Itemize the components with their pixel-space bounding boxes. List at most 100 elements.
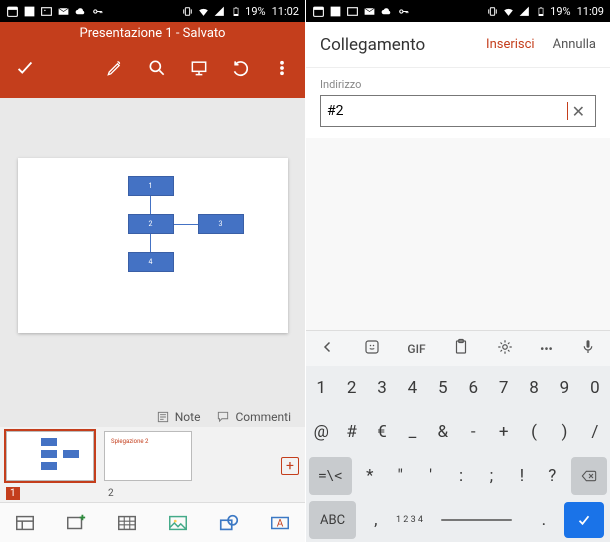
key-hash[interactable]: # [336,410,366,454]
status-bar: 19% 11:09 [306,0,610,22]
key-amp[interactable]: & [428,410,458,454]
flowchart-node: 2 [128,214,174,234]
svg-text:A: A [276,518,283,529]
status-bar: 19% 11:02 [0,0,305,22]
key-at[interactable]: @ [306,410,336,454]
mail-icon [57,5,70,18]
gear-icon[interactable] [496,338,514,359]
key-abc[interactable]: ABC [309,501,356,539]
document-title: Presentazione 1 - Salvato [0,22,305,41]
address-field[interactable]: ✕ [320,95,596,127]
key-plus[interactable]: + [488,410,518,454]
calendar-icon [312,5,325,18]
comments-button[interactable]: Commenti [216,410,291,424]
present-icon[interactable] [189,58,209,82]
mic-icon[interactable] [579,338,597,359]
slide-canvas[interactable]: 1 2 3 4 [0,98,305,392]
notes-button[interactable]: Note [156,410,201,424]
thumbnail-number: 1 [6,487,20,500]
clear-icon[interactable]: ✕ [568,102,589,121]
spacebar[interactable] [426,498,527,542]
new-slide-icon[interactable] [62,509,90,537]
clock: 11:09 [577,5,604,18]
key-0[interactable]: 0 [580,366,610,410]
layout-icon[interactable] [11,509,39,537]
insert-button[interactable]: Inserisci [486,37,535,52]
image-icon[interactable] [164,509,192,537]
notes-label: Note [175,410,201,424]
key-semicolon[interactable]: ; [476,454,506,498]
key-star[interactable]: * [355,454,385,498]
key-bang[interactable]: ! [507,454,537,498]
signal-icon [213,5,226,18]
slide[interactable]: 1 2 3 4 [18,158,288,333]
key-9[interactable]: 9 [549,366,579,410]
key-numpad[interactable]: 1 2 3 4 [393,498,427,542]
key-comma[interactable]: , [359,498,393,542]
dialog-header: Collegamento Inserisci Annulla [306,22,610,68]
more-icon[interactable]: ••• [540,342,553,356]
battery-pct: 19% [550,5,570,18]
key-dquote[interactable]: " [385,454,415,498]
key-colon[interactable]: : [446,454,476,498]
key-icon [91,5,104,18]
gallery-icon [346,5,359,18]
key-1[interactable]: 1 [306,366,336,410]
overflow-icon[interactable] [273,58,291,82]
address-label: Indirizzo [320,78,596,91]
table-icon[interactable] [113,509,141,537]
done-button[interactable] [14,57,36,83]
address-input[interactable] [327,103,569,119]
thumbnail-2[interactable]: Spiegazione 2 2 [104,431,192,500]
app-icon [329,5,342,18]
sticker-icon[interactable] [363,338,381,359]
undo-icon[interactable] [231,58,251,82]
key-minus[interactable]: - [458,410,488,454]
key-symbols[interactable]: =\< [309,457,352,495]
backspace-key[interactable] [571,457,608,495]
connector [150,196,151,214]
app-header: Presentazione 1 - Salvato [0,22,305,98]
textbox-icon[interactable]: A [266,509,294,537]
signal-icon [518,5,531,18]
kbd-collapse-icon[interactable] [319,338,337,359]
add-slide-button[interactable]: + [281,457,299,475]
cancel-button[interactable]: Annulla [553,37,596,52]
calendar-icon [6,5,19,18]
key-slash[interactable]: / [580,410,610,454]
key-icon [397,5,410,18]
key-2[interactable]: 2 [336,366,366,410]
flowchart-node: 4 [128,252,174,272]
key-underscore[interactable]: _ [397,410,427,454]
app-icon [23,5,36,18]
key-8[interactable]: 8 [519,366,549,410]
shapes-icon[interactable] [215,509,243,537]
search-icon[interactable] [147,58,167,82]
key-dot[interactable]: . [527,498,561,542]
slide-thumbnails: 1 Spiegazione 2 2 + [0,427,305,502]
key-6[interactable]: 6 [458,366,488,410]
wifi-icon [197,5,210,18]
dialog-title: Collegamento [320,35,425,55]
key-7[interactable]: 7 [488,366,518,410]
enter-key[interactable] [564,502,604,538]
key-4[interactable]: 4 [397,366,427,410]
key-lparen[interactable]: ( [519,410,549,454]
connector [174,224,198,225]
mail-icon [363,5,376,18]
pen-icon[interactable] [105,58,125,82]
key-euro[interactable]: € [367,410,397,454]
thumbnail-1[interactable]: 1 [6,431,94,500]
key-question[interactable]: ? [537,454,567,498]
key-3[interactable]: 3 [367,366,397,410]
empty-area [306,138,610,332]
comments-label: Commenti [235,410,291,424]
clipboard-icon[interactable] [452,338,470,359]
flowchart-node: 1 [128,176,174,196]
cloud-icon [74,5,87,18]
gif-button[interactable]: GIF [407,342,425,356]
key-rparen[interactable]: ) [549,410,579,454]
wifi-icon [502,5,515,18]
key-5[interactable]: 5 [428,366,458,410]
key-squote[interactable]: ' [415,454,445,498]
